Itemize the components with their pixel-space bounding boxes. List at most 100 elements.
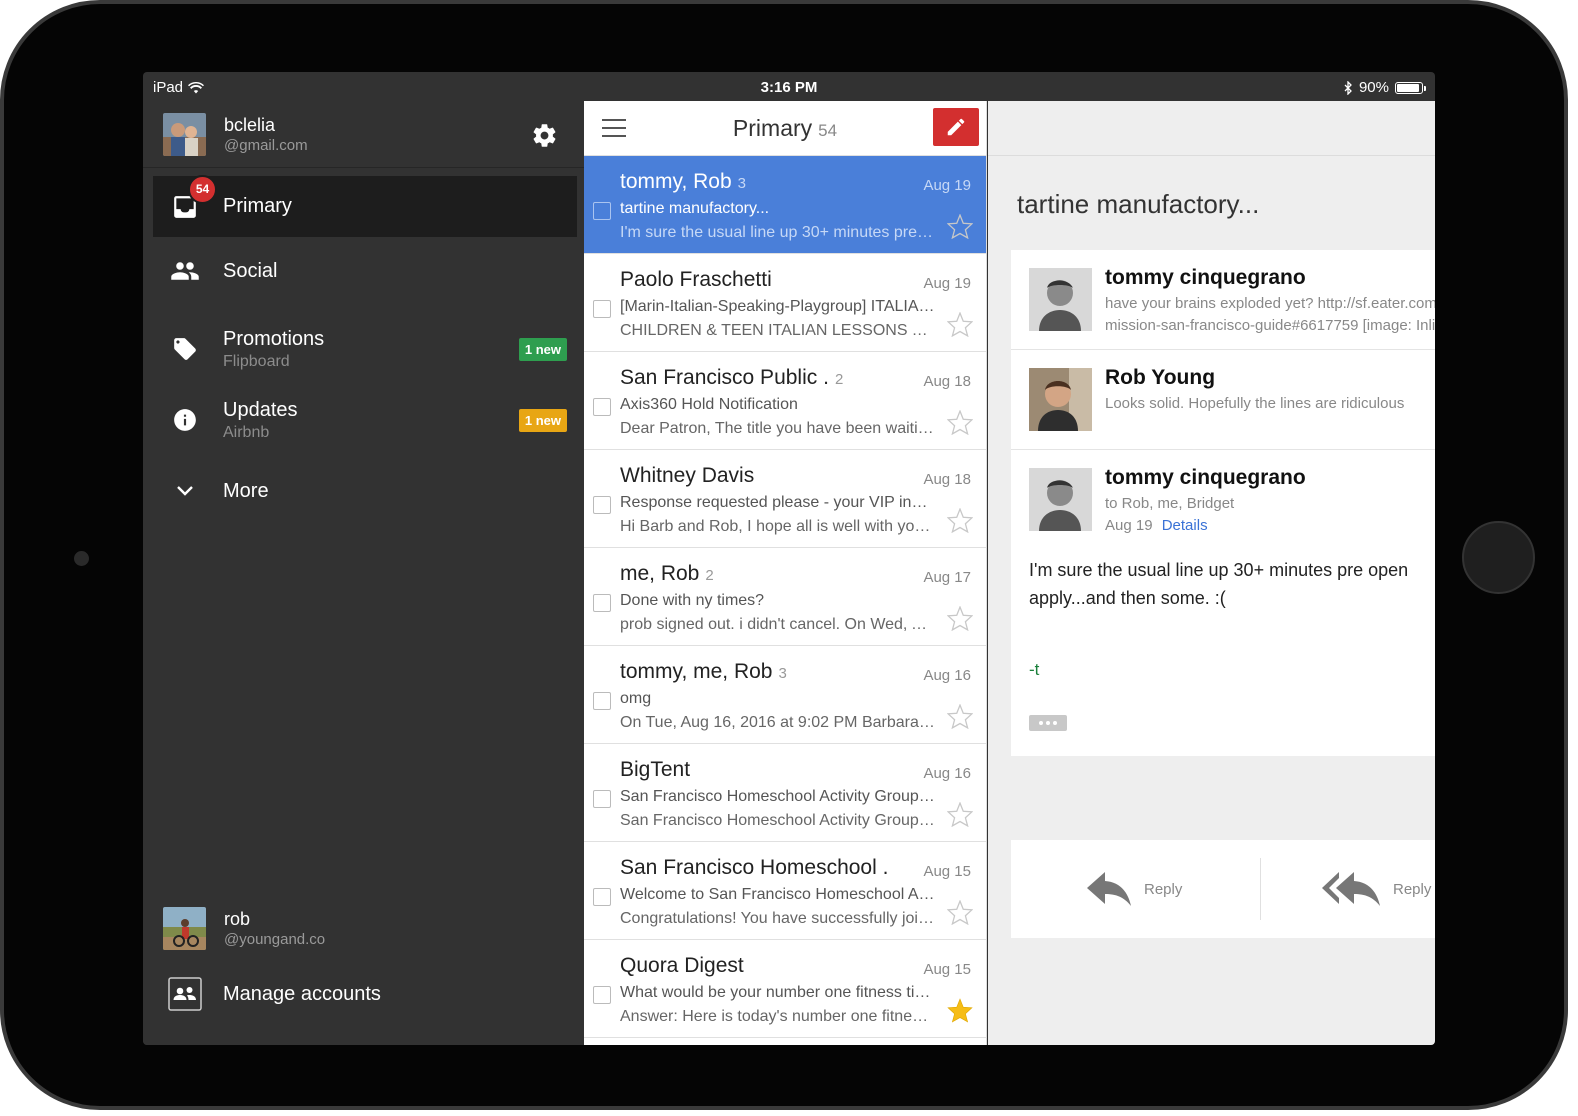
reply-label: Reply — [1144, 880, 1183, 898]
star-icon[interactable] — [947, 998, 973, 1023]
mail-date: Aug 18 — [923, 373, 971, 390]
mail-sender: San Francisco Homeschool . — [620, 856, 894, 880]
account-name: bclelia — [224, 115, 276, 135]
mail-list-item[interactable]: tommy, Rob 3 Aug 19 tartine manufactory..… — [584, 156, 986, 254]
select-checkbox[interactable] — [593, 790, 611, 808]
select-checkbox[interactable] — [593, 986, 611, 1004]
thread-card: tommy cinquegrano have your brains explo… — [1011, 250, 1435, 756]
star-icon[interactable] — [946, 899, 974, 926]
new-badge: 1 new — [518, 408, 567, 432]
mail-list-item[interactable]: BigTent Aug 16 San Francisco Homeschool … — [584, 744, 986, 842]
star-toggle[interactable] — [946, 703, 974, 734]
sidebar-item-more[interactable]: More — [153, 471, 577, 511]
select-checkbox[interactable] — [593, 888, 611, 906]
mail-list-item[interactable]: me, Rob 2 Aug 17 Done with ny times? prob… — [584, 548, 986, 646]
mail-list-item[interactable]: Whitney Davis Aug 18 Response requested … — [584, 450, 986, 548]
star-icon[interactable] — [946, 801, 974, 828]
sender-text: Whitney Davis — [620, 464, 755, 487]
signature: -t — [1029, 660, 1040, 679]
select-checkbox[interactable] — [593, 496, 611, 514]
select-checkbox[interactable] — [593, 202, 611, 220]
mail-snippet: On Tue, Aug 16, 2016 at 9:02 PM Barbara … — [620, 714, 935, 731]
mail-list-item[interactable]: tommy, me, Rob 3 Aug 16 omg On Tue, Aug 1… — [584, 646, 986, 744]
star-toggle[interactable] — [946, 899, 974, 930]
message-snippet: have your brains exploded yet? http://sf… — [1105, 295, 1435, 312]
sidebar-item-label: Social — [223, 259, 278, 282]
thread-count: 3 — [778, 665, 787, 682]
mail-sender: BigTent — [620, 758, 696, 782]
mail-date: Aug 19 — [923, 177, 971, 194]
mail-list-item[interactable]: San Francisco Public . 2 Aug 18 Axis360 H… — [584, 352, 986, 450]
star-toggle[interactable] — [946, 213, 974, 244]
sender-name: tommy cinquegrano — [1105, 466, 1306, 489]
inbox-name: Primary — [732, 115, 813, 141]
mail-subject: omg — [620, 690, 652, 707]
sidebar-item-promotions[interactable]: Promotions Flipboard 1 new — [153, 323, 577, 375]
navigation-drawer: bclelia @gmail.com 54 Primary Social Pro… — [143, 101, 584, 1045]
collapsed-message[interactable]: Rob Young Looks solid. Hopefully the lin… — [1011, 350, 1435, 450]
select-checkbox[interactable] — [593, 398, 611, 416]
star-icon[interactable] — [946, 311, 974, 338]
select-checkbox[interactable] — [593, 692, 611, 710]
thread-count: 2 — [705, 567, 714, 584]
account-switcher[interactable]: bclelia @gmail.com — [163, 113, 308, 156]
manage-accounts-button[interactable]: Manage accounts — [153, 977, 381, 1011]
reply-button[interactable]: Reply — [1086, 870, 1182, 908]
thread-count: 3 — [737, 175, 746, 192]
sidebar-item-updates[interactable]: Updates Airbnb 1 new — [153, 394, 577, 446]
star-icon[interactable] — [946, 409, 974, 436]
pencil-icon — [947, 118, 965, 136]
compose-button[interactable] — [933, 108, 979, 146]
thread-count: 2 — [834, 371, 844, 388]
account-name: rob — [224, 909, 251, 929]
show-trimmed-content-button[interactable] — [1029, 715, 1067, 731]
star-icon[interactable] — [946, 605, 974, 632]
star-toggle[interactable] — [946, 311, 974, 342]
mail-list-item[interactable]: Paolo Fraschetti Aug 19 [Marin-Italian-S… — [584, 254, 986, 352]
mail-snippet: Answer: Here is today's number one fitne… — [620, 1008, 935, 1025]
mail-date: Aug 15 — [923, 961, 971, 978]
star-toggle[interactable] — [946, 507, 974, 538]
star-icon[interactable] — [946, 213, 974, 240]
mail-date: Aug 18 — [923, 471, 971, 488]
star-toggle[interactable] — [946, 409, 974, 440]
mail-list-item[interactable]: Quora Digest Aug 15 What would be your n… — [584, 940, 986, 1038]
star-toggle[interactable] — [946, 605, 974, 636]
mail-subject: tartine manufactory... — [620, 200, 770, 217]
reply-all-icon — [1322, 872, 1380, 906]
manage-accounts-label: Manage accounts — [223, 982, 381, 1005]
star-toggle[interactable] — [947, 998, 973, 1028]
sidebar-item-label: Updates — [223, 398, 298, 421]
sidebar-item-social[interactable]: Social — [153, 251, 577, 291]
sender-name: Rob Young — [1105, 366, 1216, 389]
message-body-line: I'm sure the usual line up 30+ minutes p… — [1029, 560, 1409, 580]
star-toggle[interactable] — [946, 801, 974, 832]
front-camera — [74, 551, 89, 566]
sender-name: tommy cinquegrano — [1105, 266, 1306, 289]
star-icon[interactable] — [946, 703, 974, 730]
home-button[interactable] — [1462, 521, 1535, 594]
reply-all-button[interactable]: Reply — [1321, 870, 1431, 908]
details-link[interactable]: Details — [1162, 517, 1208, 534]
star-icon[interactable] — [946, 507, 974, 534]
mail-snippet: Hi Barb and Rob, I hope all is well with… — [620, 518, 935, 535]
settings-gear-icon[interactable] — [531, 122, 558, 154]
bluetooth-icon — [1344, 80, 1352, 95]
secondary-account[interactable]: rob @youngand.co — [163, 907, 325, 950]
mail-subject: Axis360 Hold Notification — [620, 396, 798, 413]
mail-subject: San Francisco Homeschool Activity Group … — [620, 788, 935, 805]
list-title: Primary 54 — [584, 115, 986, 142]
sidebar-item-label: More — [223, 479, 269, 502]
sender-text: tommy, Rob — [620, 170, 732, 193]
mail-date: Aug 19 — [923, 275, 971, 292]
mail-subject: Response requested please - your VIP inv… — [620, 494, 935, 511]
select-checkbox[interactable] — [593, 594, 611, 612]
collapsed-message[interactable]: tommy cinquegrano have your brains explo… — [1011, 250, 1435, 350]
sender-text: Paolo Fraschetti — [620, 268, 772, 291]
sidebar-item-sublabel: Flipboard — [223, 352, 290, 370]
mail-list-item[interactable]: San Francisco Homeschool . Aug 15 Welcom… — [584, 842, 986, 940]
mail-sender: tommy, me, Rob 3 — [620, 660, 787, 684]
drawer-divider — [143, 167, 584, 168]
select-checkbox[interactable] — [593, 300, 611, 318]
sidebar-item-primary[interactable]: 54 Primary — [153, 174, 577, 237]
